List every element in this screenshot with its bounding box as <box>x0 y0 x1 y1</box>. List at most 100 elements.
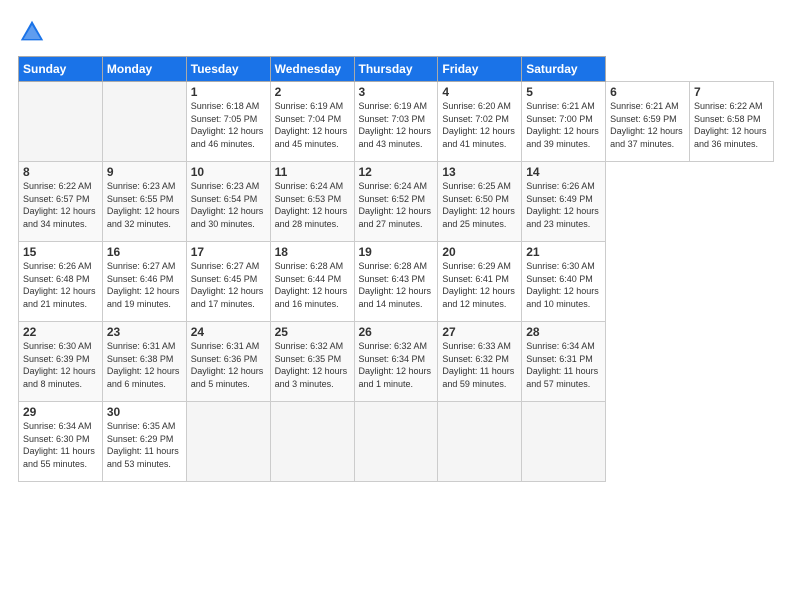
day-number: 20 <box>442 245 517 259</box>
cell-info: Sunrise: 6:34 AMSunset: 6:30 PMDaylight:… <box>23 420 98 470</box>
cell-info: Sunrise: 6:30 AMSunset: 6:40 PMDaylight:… <box>526 260 601 310</box>
cell-info: Sunrise: 6:21 AMSunset: 7:00 PMDaylight:… <box>526 100 601 150</box>
calendar-cell: 14Sunrise: 6:26 AMSunset: 6:49 PMDayligh… <box>522 162 606 242</box>
day-number: 1 <box>191 85 266 99</box>
calendar-week-row: 22Sunrise: 6:30 AMSunset: 6:39 PMDayligh… <box>19 322 774 402</box>
day-number: 26 <box>359 325 434 339</box>
cell-info: Sunrise: 6:18 AMSunset: 7:05 PMDaylight:… <box>191 100 266 150</box>
day-number: 19 <box>359 245 434 259</box>
calendar-cell: 28Sunrise: 6:34 AMSunset: 6:31 PMDayligh… <box>522 322 606 402</box>
calendar-cell: 18Sunrise: 6:28 AMSunset: 6:44 PMDayligh… <box>270 242 354 322</box>
cell-info: Sunrise: 6:26 AMSunset: 6:49 PMDaylight:… <box>526 180 601 230</box>
cell-info: Sunrise: 6:31 AMSunset: 6:38 PMDaylight:… <box>107 340 182 390</box>
calendar-cell: 10Sunrise: 6:23 AMSunset: 6:54 PMDayligh… <box>186 162 270 242</box>
day-of-week-header: Friday <box>438 57 522 82</box>
calendar-header-row: SundayMondayTuesdayWednesdayThursdayFrid… <box>19 57 774 82</box>
calendar-cell: 25Sunrise: 6:32 AMSunset: 6:35 PMDayligh… <box>270 322 354 402</box>
calendar-week-row: 8Sunrise: 6:22 AMSunset: 6:57 PMDaylight… <box>19 162 774 242</box>
cell-info: Sunrise: 6:27 AMSunset: 6:45 PMDaylight:… <box>191 260 266 310</box>
calendar-cell: 2Sunrise: 6:19 AMSunset: 7:04 PMDaylight… <box>270 82 354 162</box>
day-of-week-header: Monday <box>102 57 186 82</box>
calendar-cell: 16Sunrise: 6:27 AMSunset: 6:46 PMDayligh… <box>102 242 186 322</box>
calendar-cell <box>186 402 270 482</box>
calendar-cell: 8Sunrise: 6:22 AMSunset: 6:57 PMDaylight… <box>19 162 103 242</box>
cell-info: Sunrise: 6:27 AMSunset: 6:46 PMDaylight:… <box>107 260 182 310</box>
day-of-week-header: Thursday <box>354 57 438 82</box>
day-number: 3 <box>359 85 434 99</box>
cell-info: Sunrise: 6:22 AMSunset: 6:57 PMDaylight:… <box>23 180 98 230</box>
day-number: 25 <box>275 325 350 339</box>
day-number: 17 <box>191 245 266 259</box>
cell-info: Sunrise: 6:29 AMSunset: 6:41 PMDaylight:… <box>442 260 517 310</box>
day-number: 28 <box>526 325 601 339</box>
cell-info: Sunrise: 6:21 AMSunset: 6:59 PMDaylight:… <box>610 100 685 150</box>
calendar: SundayMondayTuesdayWednesdayThursdayFrid… <box>18 56 774 482</box>
day-number: 18 <box>275 245 350 259</box>
calendar-cell <box>19 82 103 162</box>
day-number: 15 <box>23 245 98 259</box>
calendar-cell: 23Sunrise: 6:31 AMSunset: 6:38 PMDayligh… <box>102 322 186 402</box>
calendar-cell: 13Sunrise: 6:25 AMSunset: 6:50 PMDayligh… <box>438 162 522 242</box>
day-number: 30 <box>107 405 182 419</box>
calendar-cell: 15Sunrise: 6:26 AMSunset: 6:48 PMDayligh… <box>19 242 103 322</box>
day-number: 21 <box>526 245 601 259</box>
cell-info: Sunrise: 6:20 AMSunset: 7:02 PMDaylight:… <box>442 100 517 150</box>
cell-info: Sunrise: 6:23 AMSunset: 6:54 PMDaylight:… <box>191 180 266 230</box>
cell-info: Sunrise: 6:26 AMSunset: 6:48 PMDaylight:… <box>23 260 98 310</box>
calendar-cell: 27Sunrise: 6:33 AMSunset: 6:32 PMDayligh… <box>438 322 522 402</box>
cell-info: Sunrise: 6:32 AMSunset: 6:34 PMDaylight:… <box>359 340 434 390</box>
cell-info: Sunrise: 6:24 AMSunset: 6:53 PMDaylight:… <box>275 180 350 230</box>
calendar-cell <box>102 82 186 162</box>
calendar-cell: 12Sunrise: 6:24 AMSunset: 6:52 PMDayligh… <box>354 162 438 242</box>
day-number: 12 <box>359 165 434 179</box>
calendar-cell: 21Sunrise: 6:30 AMSunset: 6:40 PMDayligh… <box>522 242 606 322</box>
calendar-cell <box>438 402 522 482</box>
calendar-cell: 30Sunrise: 6:35 AMSunset: 6:29 PMDayligh… <box>102 402 186 482</box>
day-number: 23 <box>107 325 182 339</box>
day-number: 10 <box>191 165 266 179</box>
calendar-cell: 26Sunrise: 6:32 AMSunset: 6:34 PMDayligh… <box>354 322 438 402</box>
day-of-week-header: Sunday <box>19 57 103 82</box>
calendar-cell: 24Sunrise: 6:31 AMSunset: 6:36 PMDayligh… <box>186 322 270 402</box>
day-number: 29 <box>23 405 98 419</box>
cell-info: Sunrise: 6:28 AMSunset: 6:44 PMDaylight:… <box>275 260 350 310</box>
calendar-cell: 20Sunrise: 6:29 AMSunset: 6:41 PMDayligh… <box>438 242 522 322</box>
day-number: 22 <box>23 325 98 339</box>
calendar-cell: 17Sunrise: 6:27 AMSunset: 6:45 PMDayligh… <box>186 242 270 322</box>
cell-info: Sunrise: 6:31 AMSunset: 6:36 PMDaylight:… <box>191 340 266 390</box>
cell-info: Sunrise: 6:24 AMSunset: 6:52 PMDaylight:… <box>359 180 434 230</box>
cell-info: Sunrise: 6:32 AMSunset: 6:35 PMDaylight:… <box>275 340 350 390</box>
day-number: 24 <box>191 325 266 339</box>
calendar-week-row: 1Sunrise: 6:18 AMSunset: 7:05 PMDaylight… <box>19 82 774 162</box>
calendar-cell: 29Sunrise: 6:34 AMSunset: 6:30 PMDayligh… <box>19 402 103 482</box>
cell-info: Sunrise: 6:19 AMSunset: 7:04 PMDaylight:… <box>275 100 350 150</box>
day-number: 7 <box>694 85 769 99</box>
page: SundayMondayTuesdayWednesdayThursdayFrid… <box>0 0 792 612</box>
logo <box>18 18 50 46</box>
day-number: 13 <box>442 165 517 179</box>
calendar-cell: 9Sunrise: 6:23 AMSunset: 6:55 PMDaylight… <box>102 162 186 242</box>
cell-info: Sunrise: 6:25 AMSunset: 6:50 PMDaylight:… <box>442 180 517 230</box>
day-number: 9 <box>107 165 182 179</box>
cell-info: Sunrise: 6:35 AMSunset: 6:29 PMDaylight:… <box>107 420 182 470</box>
calendar-cell <box>354 402 438 482</box>
calendar-cell: 1Sunrise: 6:18 AMSunset: 7:05 PMDaylight… <box>186 82 270 162</box>
calendar-cell: 7Sunrise: 6:22 AMSunset: 6:58 PMDaylight… <box>690 82 774 162</box>
day-number: 2 <box>275 85 350 99</box>
cell-info: Sunrise: 6:19 AMSunset: 7:03 PMDaylight:… <box>359 100 434 150</box>
calendar-week-row: 29Sunrise: 6:34 AMSunset: 6:30 PMDayligh… <box>19 402 774 482</box>
calendar-cell: 6Sunrise: 6:21 AMSunset: 6:59 PMDaylight… <box>606 82 690 162</box>
calendar-cell <box>522 402 606 482</box>
cell-info: Sunrise: 6:34 AMSunset: 6:31 PMDaylight:… <box>526 340 601 390</box>
day-number: 14 <box>526 165 601 179</box>
calendar-cell: 11Sunrise: 6:24 AMSunset: 6:53 PMDayligh… <box>270 162 354 242</box>
logo-icon <box>18 18 46 46</box>
day-number: 8 <box>23 165 98 179</box>
day-number: 11 <box>275 165 350 179</box>
calendar-cell: 19Sunrise: 6:28 AMSunset: 6:43 PMDayligh… <box>354 242 438 322</box>
day-number: 27 <box>442 325 517 339</box>
cell-info: Sunrise: 6:22 AMSunset: 6:58 PMDaylight:… <box>694 100 769 150</box>
calendar-cell: 4Sunrise: 6:20 AMSunset: 7:02 PMDaylight… <box>438 82 522 162</box>
calendar-cell <box>270 402 354 482</box>
day-number: 6 <box>610 85 685 99</box>
